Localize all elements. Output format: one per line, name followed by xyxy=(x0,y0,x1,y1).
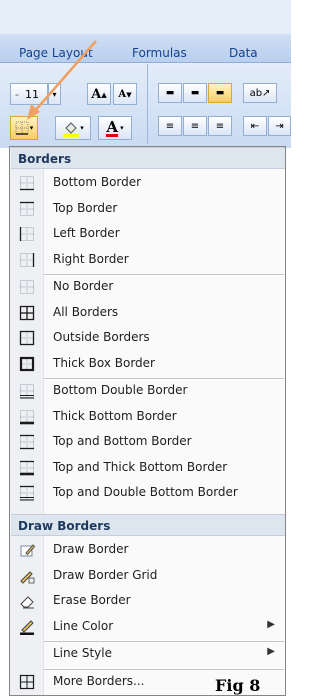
menu-item-label: Left Border xyxy=(53,226,120,240)
top-and-bottom-border-icon xyxy=(19,434,35,450)
menu-item-label: Top and Double Bottom Border xyxy=(53,485,238,499)
annotation-arrow-icon xyxy=(27,40,97,120)
ribbon: Page Layout Formulas Data -11 ▾ A ▲ A ▼ ▾ … xyxy=(0,0,291,148)
menu-item-thick-bottom-border[interactable]: Thick Bottom Border xyxy=(11,405,285,430)
menu-item-label: Right Border xyxy=(53,251,129,266)
more-borders-icon xyxy=(19,674,35,690)
menu-item-draw-border[interactable]: Draw Border xyxy=(11,538,285,563)
menu-item-line-style[interactable]: Line Style ▶ xyxy=(11,642,285,667)
submenu-arrow-icon: ▶ xyxy=(267,618,275,630)
menu-item-bottom-border[interactable]: Bottom Border xyxy=(11,171,285,196)
menu-item-label: Draw Border Grid xyxy=(53,567,158,582)
no-border-icon xyxy=(19,279,35,295)
top-double-bottom-border-icon xyxy=(19,485,35,501)
line-color-icon xyxy=(19,619,35,635)
menu-item-erase-border[interactable]: Erase Border xyxy=(11,589,285,614)
menu-item-label: More Borders... xyxy=(53,673,145,688)
submenu-arrow-icon: ▶ xyxy=(267,646,275,657)
thick-box-border-icon xyxy=(19,356,35,372)
figure-caption: Fig 8 xyxy=(215,676,261,695)
menu-item-label: Top and Bottom Border xyxy=(53,434,192,448)
menu-item-no-border[interactable]: No Border xyxy=(11,275,285,300)
menu-item-label: Thick Bottom Border xyxy=(53,408,177,423)
borders-menu: Borders Bottom Border Top Border Left Bord… xyxy=(9,146,286,696)
menu-item-label: Line Style xyxy=(53,646,112,660)
menu-item-outside-borders[interactable]: Outside Borders xyxy=(11,326,285,351)
menu-item-thick-box-border[interactable]: Thick Box Border xyxy=(11,352,285,377)
top-border-icon xyxy=(19,201,35,217)
thick-bottom-border-icon xyxy=(19,409,35,425)
menu-item-label: Draw Border xyxy=(53,542,129,556)
top-thick-bottom-border-icon xyxy=(19,460,35,476)
menu-item-label: No Border xyxy=(53,279,114,293)
menu-item-label: Erase Border xyxy=(53,593,131,607)
menu-item-label: Thick Box Border xyxy=(53,355,155,370)
draw-borders-header: Draw Borders xyxy=(11,514,285,536)
bottom-border-icon xyxy=(19,175,35,191)
menu-item-label: All Borders xyxy=(53,304,119,319)
menu-item-top-and-double-bottom-border[interactable]: Top and Double Bottom Border xyxy=(11,481,285,506)
menu-item-right-border[interactable]: Right Border xyxy=(11,248,285,273)
all-borders-icon xyxy=(19,305,35,321)
menu-item-line-color[interactable]: Line Color ▶ xyxy=(11,615,285,640)
menu-item-label: Top Border xyxy=(53,200,118,215)
menu-item-label: Line Color xyxy=(53,618,114,633)
menu-item-draw-border-grid[interactable]: Draw Border Grid xyxy=(11,564,285,589)
bottom-double-border-icon xyxy=(19,383,35,399)
right-border-icon xyxy=(19,252,35,268)
left-border-icon xyxy=(19,226,35,242)
pencil-icon xyxy=(19,542,36,558)
borders-header: Borders xyxy=(11,147,285,169)
menu-item-label: Top and Thick Bottom Border xyxy=(53,459,228,474)
menu-item-left-border[interactable]: Left Border xyxy=(11,222,285,247)
menu-item-bottom-double-border[interactable]: Bottom Double Border xyxy=(11,379,285,404)
menu-item-label: Bottom Border xyxy=(53,175,142,189)
eraser-icon xyxy=(19,593,35,609)
menu-item-top-border[interactable]: Top Border xyxy=(11,197,285,222)
pencil-grid-icon xyxy=(19,568,35,584)
menu-item-top-and-thick-bottom-border[interactable]: Top and Thick Bottom Border xyxy=(11,456,285,481)
menu-item-label: Bottom Double Border xyxy=(53,383,188,397)
menu-item-all-borders[interactable]: All Borders xyxy=(11,301,285,326)
menu-item-label: Outside Borders xyxy=(53,330,150,344)
outside-borders-icon xyxy=(19,330,35,346)
menu-item-top-and-bottom-border[interactable]: Top and Bottom Border xyxy=(11,430,285,455)
